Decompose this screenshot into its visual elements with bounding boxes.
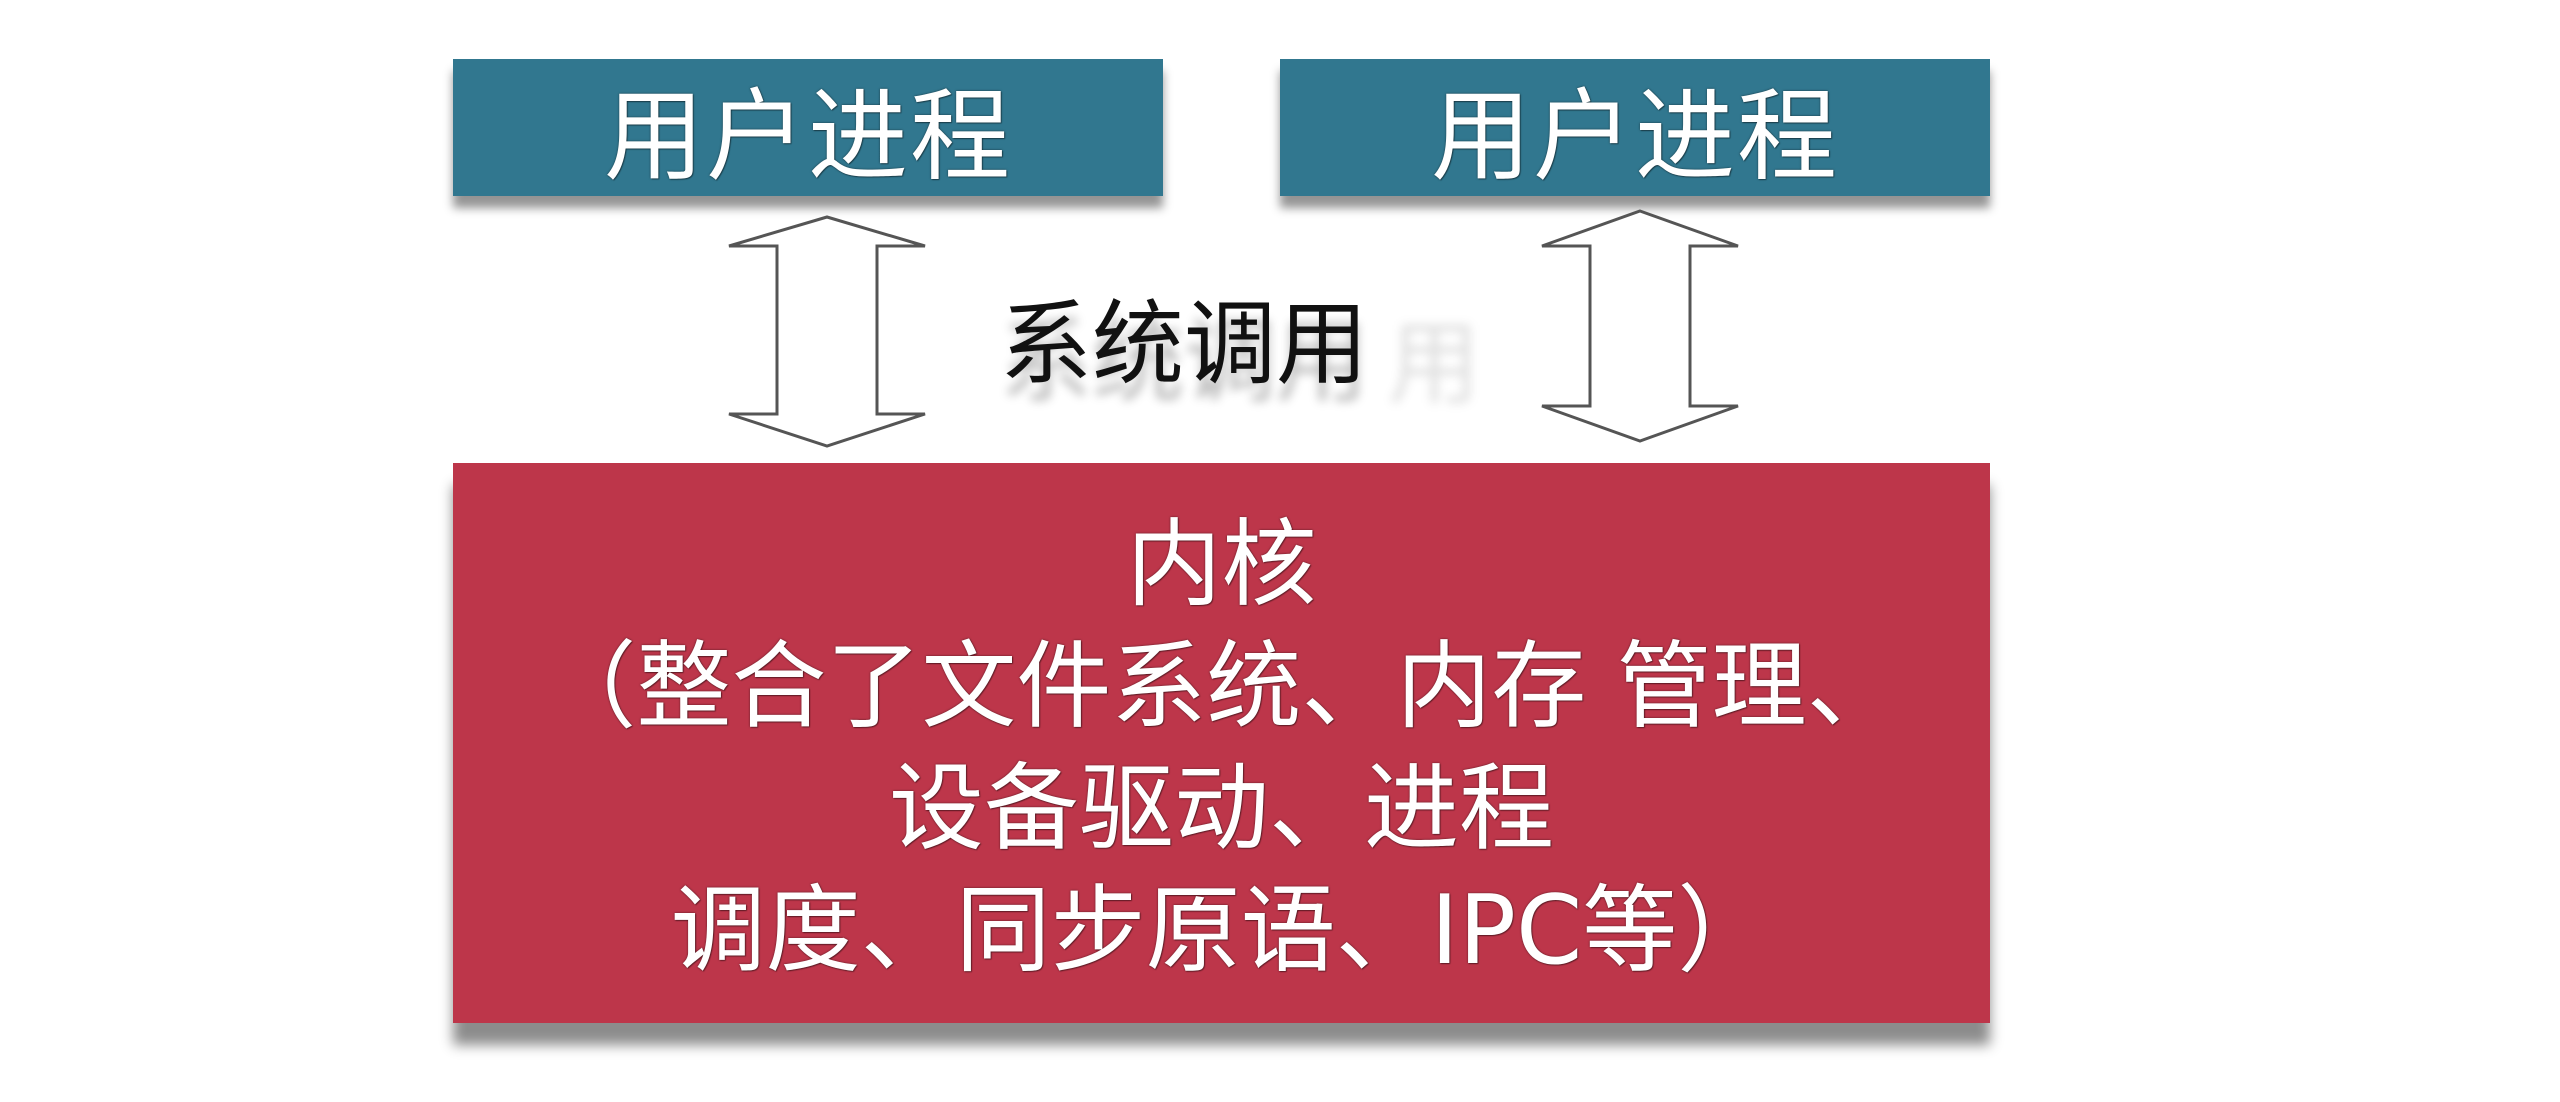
kernel-description-line-1: （整合了文件系统、内存 管理、 — [541, 632, 1902, 742]
kernel-box: 内核 （整合了文件系统、内存 管理、 设备驱动、进程 调度、同步原语、IPC等） — [453, 463, 1990, 1023]
double-arrow-right-icon — [1541, 209, 1739, 443]
user-process-box-right: 用户进程 — [1280, 59, 1990, 196]
kernel-title: 内核 — [1126, 510, 1317, 620]
os-architecture-diagram: 用户进程 用户进程 系统调用 用 内核 （整合了文件系统、内存 管理、 设备驱动… — [0, 0, 2560, 1102]
user-process-box-left: 用户进程 — [453, 59, 1163, 196]
system-call-ghost-text: 用 — [1388, 311, 1481, 418]
kernel-description-line-3: 调度、同步原语、IPC等） — [670, 876, 1773, 986]
user-process-label-left: 用户进程 — [604, 78, 1012, 195]
user-process-label-right: 用户进程 — [1431, 78, 1839, 195]
kernel-description-line-2: 设备驱动、进程 — [888, 754, 1554, 864]
system-call-label: 系统调用 — [1000, 291, 1369, 398]
double-arrow-left-icon — [728, 215, 926, 448]
